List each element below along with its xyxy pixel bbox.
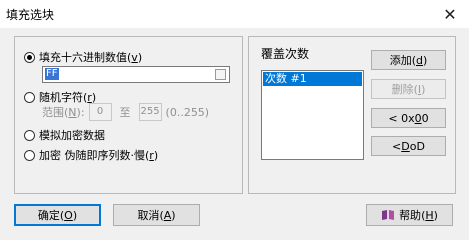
range-hint: (0..255): [165, 105, 210, 119]
radio-crypto-data-label: 模拟加密数据: [39, 129, 105, 142]
add-button[interactable]: 添加(d): [371, 50, 446, 70]
range-to-input[interactable]: 255: [138, 103, 162, 121]
delete-button[interactable]: 删除(I): [371, 79, 446, 99]
close-icon: ✕: [443, 4, 457, 24]
radio-fill-hex[interactable]: 填充十六进制数值(v): [24, 49, 142, 65]
radio-pseudo-random[interactable]: 加密 伪随即序列数·慢(r): [24, 147, 158, 163]
radio-indicator: [24, 149, 35, 161]
help-button[interactable]: 帮助(H): [366, 204, 453, 226]
radio-fill-hex-label: 填充十六进制数值(v): [39, 51, 143, 64]
close-button[interactable]: ✕: [433, 0, 467, 28]
range-from-input[interactable]: 0: [88, 103, 112, 121]
radio-indicator: [24, 91, 35, 103]
radio-indicator: [24, 51, 35, 63]
range-to-label: 至: [119, 106, 131, 119]
title-bar: 填充选块 ✕: [0, 0, 469, 28]
overwrite-label: 覆盖次数: [261, 47, 310, 61]
list-item[interactable]: 次数 #1: [263, 72, 362, 86]
book-icon: [381, 209, 395, 221]
radio-indicator: [24, 129, 35, 141]
range-label: 范围(N):: [42, 106, 85, 119]
dialog-body: 填充十六进制数值(v) FF 随机字符(r) 范围(N): 0 至 255 (0…: [0, 28, 469, 240]
radio-crypto-data[interactable]: 模拟加密数据: [24, 127, 105, 143]
hex-value-input[interactable]: FF: [42, 66, 230, 83]
hex-value-text: FF: [45, 68, 59, 80]
cancel-button[interactable]: 取消(A): [113, 204, 200, 226]
fill-0x00-button[interactable]: < 0x 0 0: [371, 108, 446, 128]
dropdown-toggle-icon[interactable]: [215, 69, 226, 80]
fill-dod-button[interactable]: < DoD: [371, 136, 446, 156]
window-title: 填充选块: [6, 8, 55, 22]
range-row: 范围(N): 0 至 255 (0..255): [42, 103, 209, 121]
radio-pseudo-random-label: 加密 伪随即序列数·慢(r): [39, 149, 159, 162]
pass-list[interactable]: 次数 #1: [261, 70, 364, 160]
ok-button[interactable]: 确定(O): [14, 204, 101, 226]
